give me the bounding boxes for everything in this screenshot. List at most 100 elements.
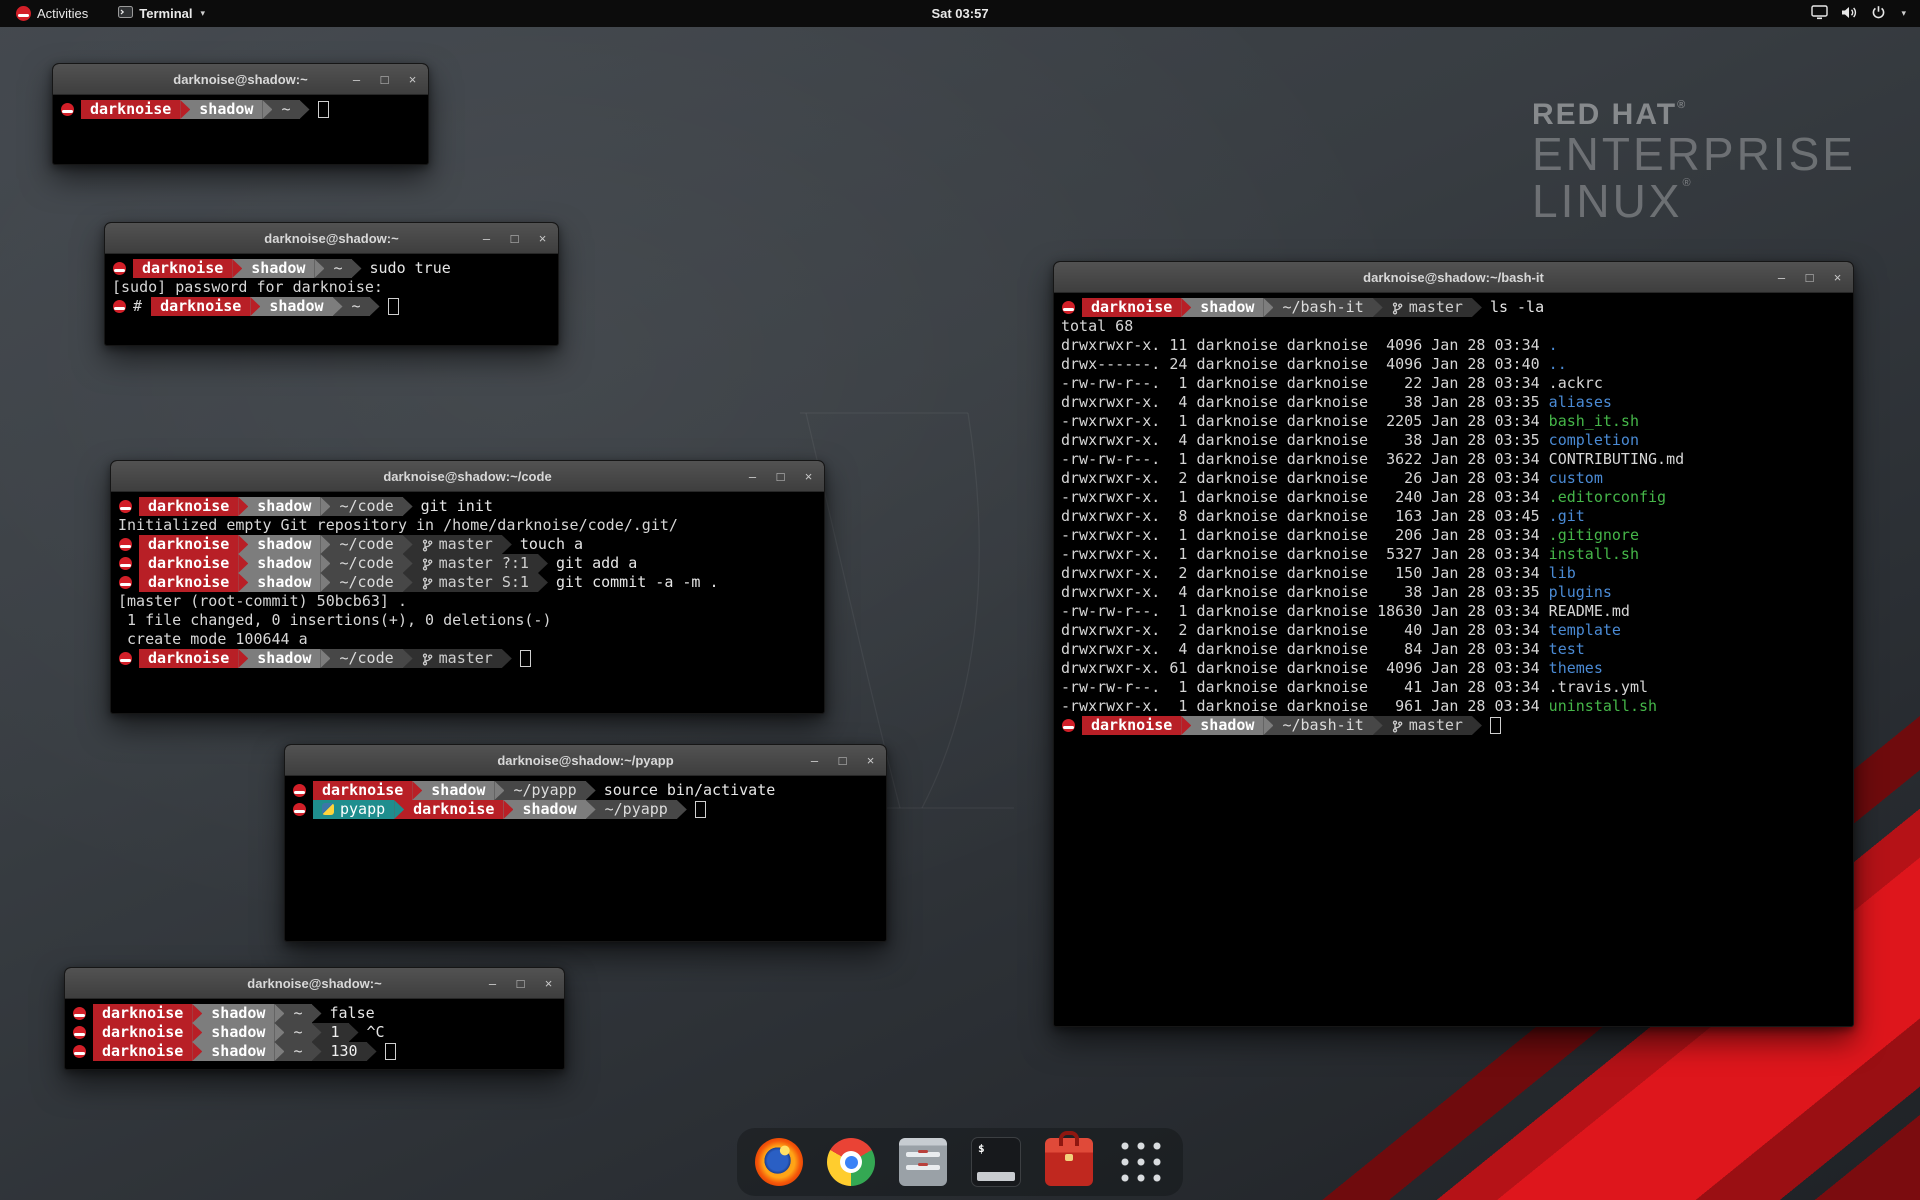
prompt-segment-host: shadow bbox=[513, 800, 585, 819]
window-titlebar[interactable]: darknoise@shadow:~ – □ × bbox=[65, 968, 564, 999]
prompt-segment-user: darknoise bbox=[139, 497, 238, 516]
terminal-content[interactable]: darknoiseshadow~/pyappsource bin/activat… bbox=[285, 776, 886, 941]
powerline-separator bbox=[250, 297, 260, 316]
redhat-icon bbox=[73, 1045, 86, 1058]
terminal-content[interactable]: darknoiseshadow~/codegit initInitialized… bbox=[111, 492, 824, 713]
close-button[interactable]: × bbox=[536, 231, 549, 246]
redhat-icon bbox=[119, 652, 132, 665]
window-titlebar[interactable]: darknoise@shadow:~/pyapp – □ × bbox=[285, 745, 886, 776]
output-text: .travis.yml bbox=[1549, 678, 1648, 696]
powerline-separator bbox=[238, 573, 248, 592]
powerline-separator bbox=[320, 649, 330, 668]
app-menu-terminal[interactable]: Terminal ▾ bbox=[110, 0, 213, 27]
minimize-button[interactable]: – bbox=[1775, 270, 1788, 285]
maximize-button[interactable]: □ bbox=[836, 753, 849, 768]
file-name: aliases bbox=[1549, 393, 1612, 411]
close-button[interactable]: × bbox=[1831, 270, 1844, 285]
prompt-segment-user: darknoise bbox=[133, 259, 232, 278]
terminal-line: drwxrwxr-x. 2 darknoise darknoise 26 Jan… bbox=[1061, 469, 1846, 488]
terminal-content[interactable]: darknoiseshadow~ bbox=[53, 95, 428, 164]
prompt-segment-path: ~ bbox=[343, 297, 370, 316]
prompt-segment-user: darknoise bbox=[93, 1023, 192, 1042]
terminal-content[interactable]: darknoiseshadow~falsedarknoiseshadow~1^C… bbox=[65, 999, 564, 1069]
command-text: ^C bbox=[367, 1023, 385, 1041]
output-text: -rwxrwxr-x. 1 darknoise darknoise 206 Ja… bbox=[1061, 526, 1549, 544]
logo-line-redhat: RED HAT® bbox=[1532, 100, 1856, 131]
minimize-button[interactable]: – bbox=[350, 72, 363, 87]
terminal-line: 1 file changed, 0 insertions(+), 0 delet… bbox=[118, 611, 817, 630]
terminal-line: drwxrwxr-x. 4 darknoise darknoise 38 Jan… bbox=[1061, 583, 1846, 602]
terminal-content[interactable]: darknoiseshadow~sudo true[sudo] password… bbox=[105, 254, 558, 345]
terminal-line: drwxrwxr-x. 61 darknoise darknoise 4096 … bbox=[1061, 659, 1846, 678]
powerline-separator bbox=[1263, 716, 1273, 735]
logo-line-enterprise: ENTERPRISE bbox=[1532, 131, 1856, 178]
redhat-icon bbox=[1062, 301, 1075, 314]
terminal-cursor bbox=[1490, 717, 1501, 734]
file-name: .. bbox=[1549, 355, 1567, 373]
registered-mark: ® bbox=[1682, 177, 1693, 189]
output-text: [sudo] password for darknoise: bbox=[112, 278, 383, 296]
close-button[interactable]: × bbox=[802, 469, 815, 484]
output-text: drwxrwxr-x. 2 darknoise darknoise 26 Jan… bbox=[1061, 469, 1549, 487]
terminal-icon[interactable] bbox=[971, 1137, 1021, 1187]
powerline-separator bbox=[586, 800, 596, 819]
powerline-separator bbox=[352, 259, 362, 278]
window-titlebar[interactable]: darknoise@shadow:~ – □ × bbox=[105, 223, 558, 254]
maximize-button[interactable]: □ bbox=[378, 72, 391, 87]
prompt-segment-path: ~ bbox=[284, 1004, 311, 1023]
window-titlebar[interactable]: darknoise@shadow:~/bash-it – □ × bbox=[1054, 262, 1853, 293]
file-name: template bbox=[1549, 621, 1621, 639]
maximize-button[interactable]: □ bbox=[774, 469, 787, 484]
terminal-line: drwxrwxr-x. 2 darknoise darknoise 40 Jan… bbox=[1061, 621, 1846, 640]
prompt-segment-host: shadow bbox=[202, 1042, 274, 1061]
prompt-segment-host: shadow bbox=[422, 781, 494, 800]
git-branch-icon bbox=[1392, 301, 1403, 314]
window-titlebar[interactable]: darknoise@shadow:~ – □ × bbox=[53, 64, 428, 95]
redhat-icon bbox=[119, 576, 132, 589]
maximize-button[interactable]: □ bbox=[508, 231, 521, 246]
maximize-button[interactable]: □ bbox=[1803, 270, 1816, 285]
system-status-area[interactable]: ▾ bbox=[1811, 0, 1920, 27]
minimize-button[interactable]: – bbox=[486, 976, 499, 991]
output-text: drwxrwxr-x. 4 darknoise darknoise 38 Jan… bbox=[1061, 583, 1549, 601]
powerline-separator bbox=[192, 1042, 202, 1061]
command-text: git init bbox=[421, 497, 493, 515]
terminal-line: Initialized empty Git repository in /hom… bbox=[118, 516, 817, 535]
close-button[interactable]: × bbox=[864, 753, 877, 768]
minimize-button[interactable]: – bbox=[746, 469, 759, 484]
file-manager-icon[interactable] bbox=[899, 1138, 947, 1186]
output-text: -rwxrwxr-x. 1 darknoise darknoise 2205 J… bbox=[1061, 412, 1549, 430]
chrome-icon[interactable] bbox=[827, 1138, 875, 1186]
window-title: darknoise@shadow:~/pyapp bbox=[497, 753, 673, 768]
powerline-separator bbox=[320, 573, 330, 592]
powerline-separator bbox=[538, 554, 548, 573]
activities-button[interactable]: Activities bbox=[10, 0, 94, 27]
powerline-separator bbox=[1472, 716, 1482, 735]
powerline-separator bbox=[300, 100, 310, 119]
window-title: darknoise@shadow:~/bash-it bbox=[1363, 270, 1544, 285]
file-name: completion bbox=[1549, 431, 1639, 449]
output-text: -rwxrwxr-x. 1 darknoise darknoise 961 Ja… bbox=[1061, 697, 1549, 715]
window-titlebar[interactable]: darknoise@shadow:~/code – □ × bbox=[111, 461, 824, 492]
terminal-content[interactable]: darknoiseshadow~/bash-itmasterls -latota… bbox=[1054, 293, 1853, 1026]
output-text: -rw-rw-r--. 1 darknoise darknoise 41 Jan… bbox=[1061, 678, 1549, 696]
terminal-line: darknoiseshadow~1^C bbox=[72, 1023, 557, 1042]
maximize-button[interactable]: □ bbox=[514, 976, 527, 991]
terminal-window-code: darknoise@shadow:~/code – □ × darknoises… bbox=[110, 460, 825, 714]
volume-icon bbox=[1841, 5, 1858, 23]
output-text: drwxrwxr-x. 8 darknoise darknoise 163 Ja… bbox=[1061, 507, 1549, 525]
prompt-segment-host: shadow bbox=[202, 1023, 274, 1042]
command-text: git add a bbox=[556, 554, 637, 572]
powerline-separator bbox=[403, 497, 413, 516]
show-applications-icon[interactable] bbox=[1117, 1138, 1165, 1186]
minimize-button[interactable]: – bbox=[480, 231, 493, 246]
clock[interactable]: Sat 03:57 bbox=[931, 6, 988, 21]
terminal-cursor bbox=[318, 101, 329, 118]
minimize-button[interactable]: – bbox=[808, 753, 821, 768]
close-button[interactable]: × bbox=[542, 976, 555, 991]
firefox-icon[interactable] bbox=[755, 1138, 803, 1186]
toolbox-icon[interactable] bbox=[1045, 1138, 1093, 1186]
output-text: -rw-rw-r--. 1 darknoise darknoise 3622 J… bbox=[1061, 450, 1549, 468]
close-button[interactable]: × bbox=[406, 72, 419, 87]
powerline-separator bbox=[232, 259, 242, 278]
